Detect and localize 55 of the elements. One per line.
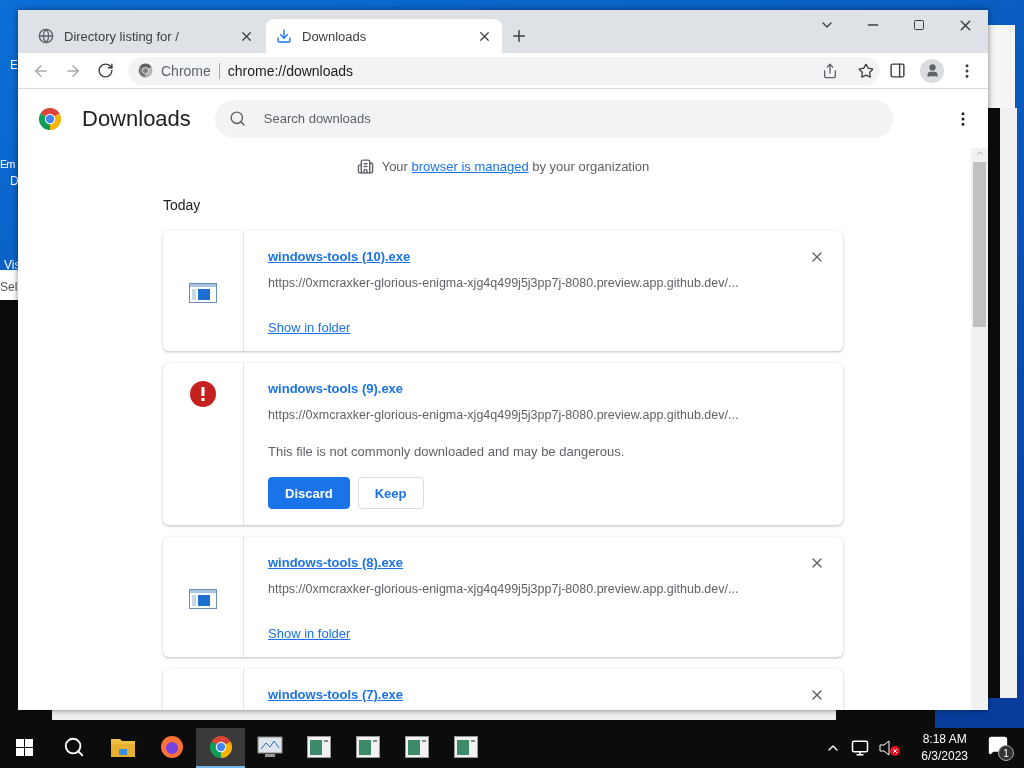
download-url: https://0xmcraxker-glorious-enigma-xjg4q499j5j3pp7j-8080.preview.app.github.dev/... (268, 408, 740, 422)
program-file-icon (189, 283, 217, 303)
browser-tab[interactable]: Downloads (266, 19, 502, 53)
warning-text: This file is not commonly downloaded and may be dangerous. (268, 444, 626, 459)
discard-button[interactable]: Discard (268, 477, 350, 509)
windows-start-icon[interactable] (16, 738, 33, 756)
building-icon (356, 158, 374, 175)
new-tab-icon[interactable] (510, 27, 528, 45)
browser-tab[interactable]: Directory listing for / (28, 19, 264, 53)
network-icon[interactable] (851, 739, 870, 757)
search-field[interactable]: Search downloads (214, 99, 893, 138)
muted-speaker-icon[interactable] (879, 739, 902, 757)
desktop-label: E (10, 58, 18, 72)
clock[interactable]: 8:18 AM 6/3/2023 (921, 731, 968, 765)
window-icon[interactable] (404, 736, 429, 758)
globe-icon (38, 28, 54, 44)
search-icon[interactable] (62, 736, 85, 758)
chrome-icon[interactable] (208, 735, 233, 759)
window-icon[interactable] (355, 736, 380, 758)
show-in-folder-link[interactable]: Show in folder (268, 320, 351, 335)
address-bar[interactable]: Chrome chrome://downloads (128, 56, 880, 85)
reload-icon[interactable] (96, 62, 114, 79)
page-title: Downloads (82, 105, 191, 132)
warning-icon (190, 381, 216, 407)
monitor-icon[interactable] (256, 736, 283, 758)
side-panel-icon[interactable] (888, 62, 906, 79)
program-file-icon (189, 589, 217, 609)
keep-button[interactable]: Keep (357, 477, 424, 509)
scrollbar-thumb[interactable] (973, 162, 986, 327)
managed-link[interactable]: browser is managed (411, 159, 529, 174)
download-icon (276, 28, 292, 44)
desktop-label: D (10, 174, 19, 188)
download-url: https://0xmcraxker-glorious-enigma-xjg4q499j5j3pp7j-8080.preview.app.github.dev/... (268, 276, 740, 290)
firefox-icon[interactable] (159, 735, 184, 759)
file-name-link[interactable]: windows-tools (8).exe (268, 555, 404, 570)
desktop-label: Em (0, 158, 15, 170)
file-name-link[interactable]: windows-tools (10).exe (268, 249, 411, 264)
share-icon[interactable] (822, 62, 838, 79)
scrollbar[interactable] (971, 148, 988, 710)
window-icon[interactable] (306, 736, 331, 758)
file-name-link[interactable]: windows-tools (7).exe (268, 687, 404, 702)
search-icon (228, 110, 246, 127)
bookmark-star-icon[interactable] (858, 62, 874, 79)
window-icon[interactable] (453, 736, 478, 758)
download-url: https://0xmcraxker-glorious-enigma-xjg4q499j5j3pp7j-8080.preview.app.github.dev/... (268, 582, 740, 596)
file-name-link[interactable]: windows-tools (9).exe (268, 381, 404, 396)
folder-icon[interactable] (110, 737, 135, 757)
section-heading: Today (163, 197, 202, 213)
desktop-label: Sel (0, 280, 18, 294)
chrome-icon (138, 63, 153, 78)
maximize-icon[interactable] (913, 19, 925, 31)
chrome-logo-icon (38, 106, 62, 131)
managed-notice: Your browser is managed by your organization (381, 159, 650, 174)
show-in-folder-link[interactable]: Show in folder (268, 626, 351, 641)
profile-avatar[interactable] (920, 58, 944, 83)
